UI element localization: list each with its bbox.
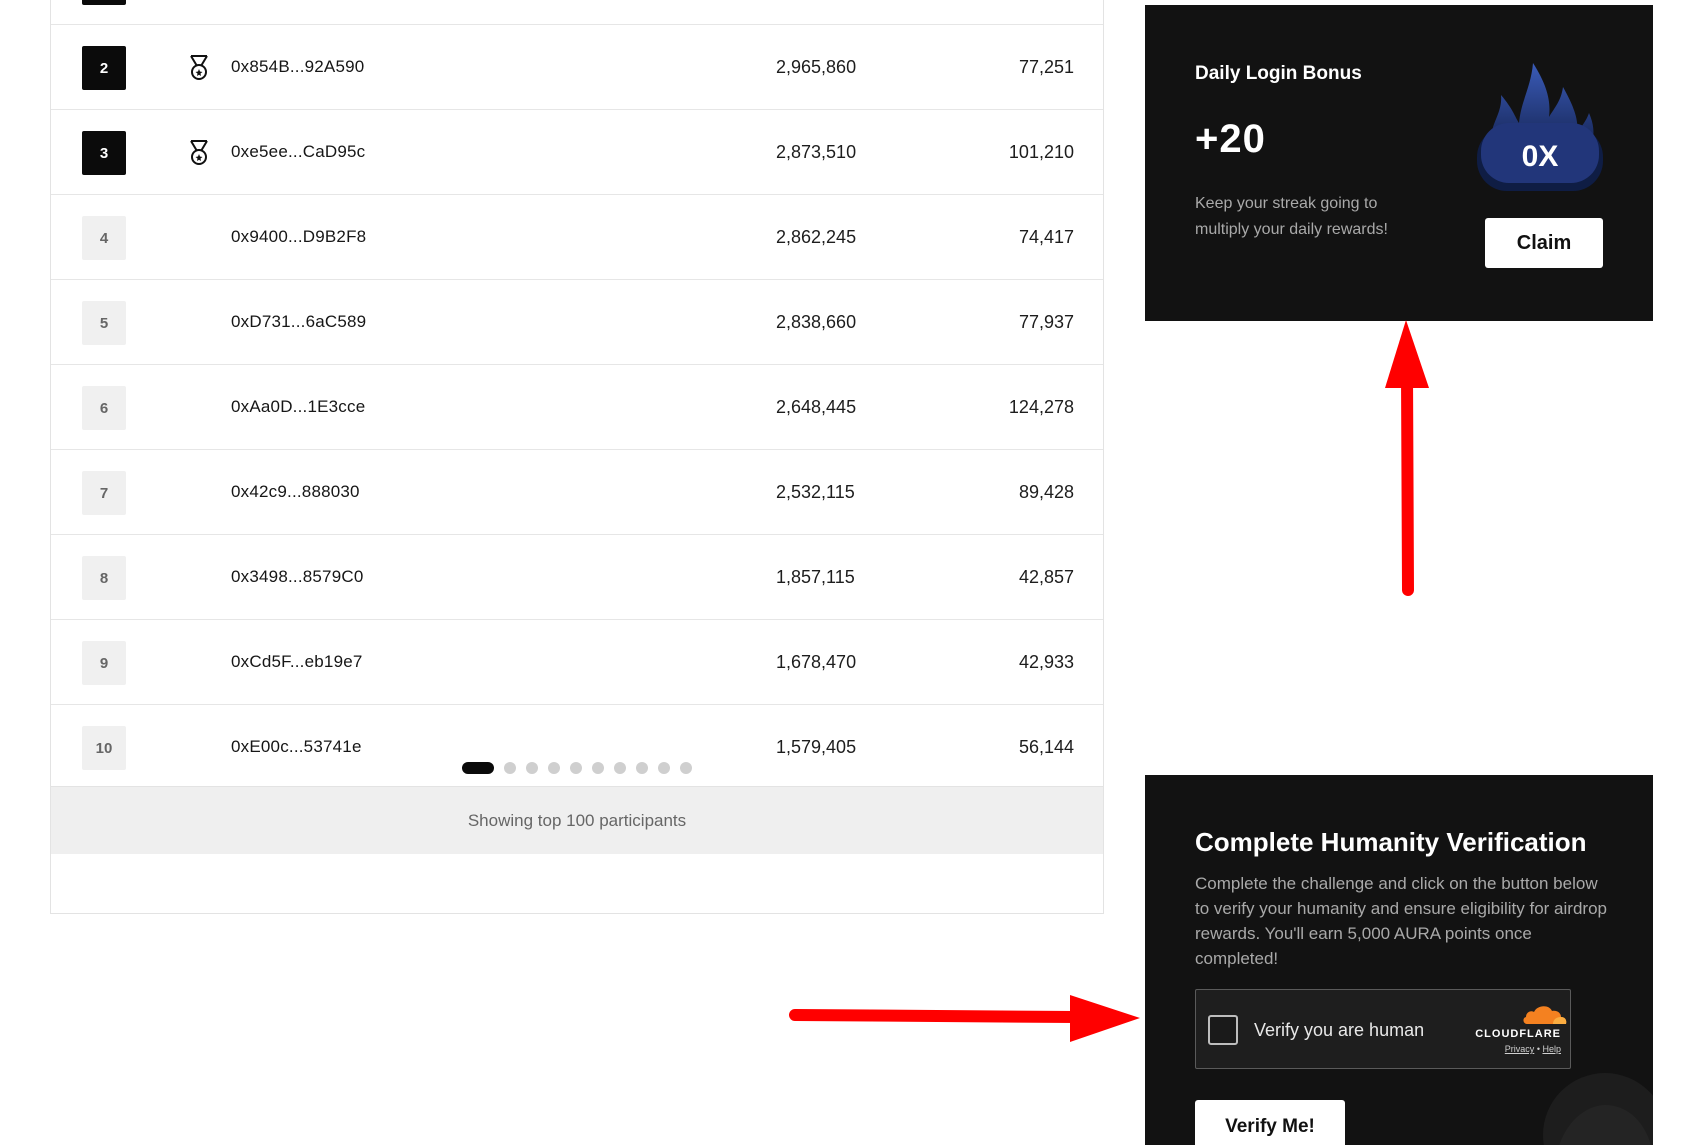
table-row: 4 0x9400...D9B2F8 2,862,245 74,417 <box>51 195 1103 280</box>
table-row: 9 0xCd5F...eb19e7 1,678,470 42,933 <box>51 620 1103 705</box>
points-value: 1,857,115 <box>776 567 855 587</box>
table-row: 8 0x3498...8579C0 1,857,115 42,857 <box>51 535 1103 620</box>
leaderboard-table: 10xc47C...2690fF3,291,175106,289 2 0x854B.… <box>50 0 1104 914</box>
table-row: 6 0xAa0D...1E3cce 2,648,445 124,278 <box>51 365 1103 450</box>
wallet-address: 0x9400...D9B2F8 <box>231 227 367 246</box>
daily-bonus-amount: +20 <box>1195 117 1266 161</box>
rank-badge: 3 <box>82 131 126 175</box>
wallet-address: 0xe5ee...CaD95c <box>231 142 366 161</box>
daily-bonus-description: Keep your streak going to multiply your … <box>1195 195 1388 238</box>
secondary-value: 101,210 <box>1008 142 1074 162</box>
leaderboard-footer: Showing top 100 participants <box>51 786 1103 854</box>
points-value: 2,532,115 <box>776 482 855 502</box>
human-checkbox[interactable] <box>1208 1015 1238 1045</box>
privacy-link[interactable]: Privacy <box>1505 1044 1535 1054</box>
cloudflare-cloud-icon <box>1523 1006 1567 1024</box>
arrow-up-icon <box>1385 320 1429 596</box>
secondary-value: 74,417 <box>1018 227 1074 247</box>
secondary-value: 77,251 <box>1018 57 1074 77</box>
wallet-address: 0xAa0D...1E3cce <box>231 397 366 416</box>
medal-icon <box>190 55 208 80</box>
wallet-address: 0x3498...8579C0 <box>231 567 364 586</box>
table-row: 5 0xD731...6aC589 2,838,660 77,937 <box>51 280 1103 365</box>
rank-badge: 8 <box>82 556 126 600</box>
daily-login-card: Daily Login Bonus +20 Keep your streak g… <box>1145 5 1653 321</box>
table-row: 2 0x854B...92A590 2,965,860 77,251 <box>51 25 1103 110</box>
medal-icon <box>190 140 208 165</box>
table-row: 3 0xe5ee...CaD95c 2,873,510 101,210 <box>51 110 1103 195</box>
rank-badge: 9 <box>82 641 126 685</box>
rank-badge: 6 <box>82 386 126 430</box>
streak-flame-icon <box>1477 63 1603 191</box>
wallet-address: 0xCd5F...eb19e7 <box>231 652 363 671</box>
streak-multiplier: 0X <box>1521 140 1559 173</box>
arrow-right-icon <box>789 995 1140 1042</box>
pagination-dot[interactable] <box>526 762 538 774</box>
pagination-dot[interactable] <box>636 762 648 774</box>
pagination-dot[interactable] <box>462 762 494 774</box>
secondary-value: 124,278 <box>1008 397 1074 417</box>
widget-label: Verify you are human <box>1254 1020 1425 1040</box>
pagination-dot[interactable] <box>504 762 516 774</box>
help-link[interactable]: Help <box>1542 1044 1561 1054</box>
pagination-dot[interactable] <box>548 762 560 774</box>
points-value: 2,965,860 <box>776 57 857 77</box>
verify-me-button[interactable]: Verify Me! <box>1195 1100 1345 1145</box>
points-value: 2,862,245 <box>776 227 857 247</box>
points-value: 2,873,510 <box>776 142 857 162</box>
points-value: 2,648,445 <box>776 397 857 417</box>
wallet-address: 0x854B...92A590 <box>231 57 365 76</box>
secondary-value: 42,933 <box>1018 652 1074 672</box>
links-separator: • <box>1536 1044 1540 1054</box>
pagination-dot[interactable] <box>658 762 670 774</box>
verification-description: Complete the challenge and click on the … <box>1195 874 1607 968</box>
rank-badge: 7 <box>82 471 126 515</box>
rank-badge: 4 <box>82 216 126 260</box>
rank-badge: 1 <box>82 0 126 5</box>
pagination-dot[interactable] <box>614 762 626 774</box>
pagination-dots <box>51 750 1103 786</box>
cloudflare-turnstile-widget: Verify you are human CLOUDFLARE Privacy … <box>1195 989 1571 1069</box>
claim-button[interactable]: Claim <box>1485 218 1603 268</box>
daily-bonus-title: Daily Login Bonus <box>1195 63 1362 84</box>
rank-badge: 2 <box>82 46 126 90</box>
wallet-address: 0x42c9...888030 <box>231 482 360 501</box>
pagination-dot[interactable] <box>570 762 582 774</box>
humanity-verification-card: Complete Humanity Verification Complete … <box>1145 775 1653 1145</box>
secondary-value: 42,857 <box>1018 567 1074 587</box>
points-value: 2,838,660 <box>776 312 857 332</box>
points-value: 1,678,470 <box>776 652 857 672</box>
verification-title: Complete Humanity Verification <box>1195 827 1587 857</box>
secondary-value: 77,937 <box>1018 312 1074 332</box>
secondary-value: 89,428 <box>1018 482 1074 502</box>
cloudflare-brand: CLOUDFLARE <box>1475 1028 1561 1040</box>
table-row: 7 0x42c9...888030 2,532,115 89,428 <box>51 450 1103 535</box>
rank-badge: 5 <box>82 301 126 345</box>
pagination-dot[interactable] <box>680 762 692 774</box>
table-row: 10xc47C...2690fF3,291,175106,289 <box>51 0 1103 25</box>
pagination-dot[interactable] <box>592 762 604 774</box>
cloudflare-links: Privacy • Help <box>1505 1044 1561 1054</box>
wallet-address: 0xD731...6aC589 <box>231 312 367 331</box>
